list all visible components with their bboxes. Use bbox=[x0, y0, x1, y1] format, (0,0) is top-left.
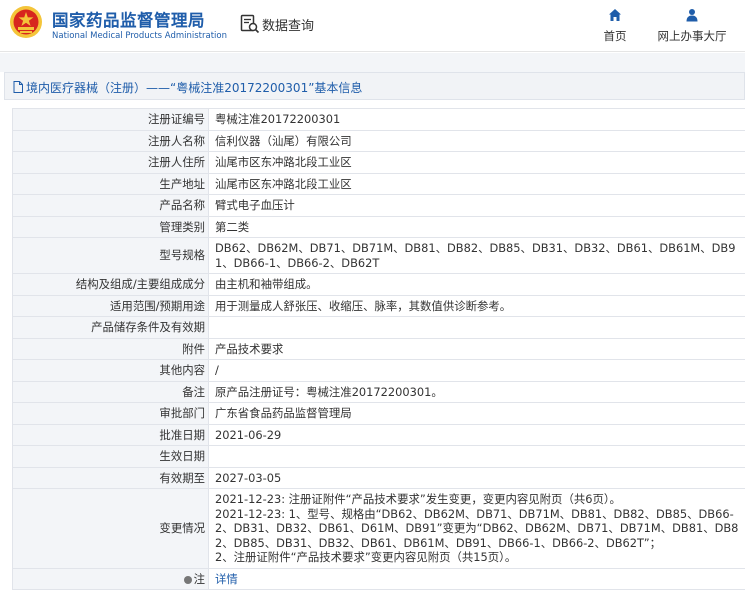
note-label-cell: 注 bbox=[13, 568, 209, 590]
table-row: 其他内容 / bbox=[13, 360, 745, 382]
data-query-label[interactable]: 数据查询 bbox=[262, 15, 314, 34]
field-value-line: 2021-12-23: 1、型号、规格由“DB62、DB62M、DB71、DB7… bbox=[215, 507, 741, 551]
field-value: 2021-12-23: 注册证附件“产品技术要求”发生变更，变更内容见附页（共6… bbox=[209, 489, 745, 569]
table-row: 变更情况 2021-12-23: 注册证附件“产品技术要求”发生变更，变更内容见附… bbox=[13, 489, 745, 569]
page-title: 境内医疗器械（注册）——“粤械注准20172200301”基本信息 bbox=[26, 79, 362, 96]
field-value-line: 2、注册证附件“产品技术要求”变更内容见附页（共15页）。 bbox=[215, 550, 741, 565]
field-label: 型号规格 bbox=[13, 238, 209, 274]
field-label: 附件 bbox=[13, 338, 209, 360]
table-row: 注册证编号粤械注准20172200301 bbox=[13, 109, 745, 131]
field-value-line: 产品技术要求 bbox=[215, 342, 741, 357]
field-value: 原产品注册证号：粤械注准20172200301。 bbox=[209, 381, 745, 403]
table-row: 管理类别第二类 bbox=[13, 216, 745, 238]
page-title-bar: 境内医疗器械（注册）——“粤械注准20172200301”基本信息 bbox=[4, 72, 745, 100]
field-label: 产品名称 bbox=[13, 195, 209, 217]
field-value-line: 汕尾市区东冲路北段工业区 bbox=[215, 177, 741, 192]
header-spacer bbox=[0, 53, 745, 72]
field-label: 管理类别 bbox=[13, 216, 209, 238]
field-label: 其他内容 bbox=[13, 360, 209, 382]
note-value: 详情 bbox=[209, 568, 745, 590]
nav-home[interactable]: 首页 bbox=[597, 8, 633, 48]
field-label: 注册证编号 bbox=[13, 109, 209, 131]
note-label: 注 bbox=[194, 572, 205, 586]
field-label: 备注 bbox=[13, 381, 209, 403]
home-icon bbox=[608, 8, 622, 22]
table-row: 产品名称臂式电子血压计 bbox=[13, 195, 745, 217]
field-value-line: 由主机和袖带组成。 bbox=[215, 277, 741, 292]
table-row: 批准日期 2021-06-29 bbox=[13, 424, 745, 446]
field-value: 臂式电子血压计 bbox=[209, 195, 745, 217]
field-value-line: 信利仪器（汕尾）有限公司 bbox=[215, 134, 741, 149]
field-value-line: 用于测量成人舒张压、收缩压、脉率，其数值供诊断参考。 bbox=[215, 299, 741, 314]
field-label: 适用范围/预期用途 bbox=[13, 295, 209, 317]
field-value-line: DB62、DB62M、DB71、DB71M、DB81、DB82、DB85、DB3… bbox=[215, 241, 741, 270]
table-row: 生效日期 bbox=[13, 446, 745, 468]
field-label: 变更情况 bbox=[13, 489, 209, 569]
field-value: 粤械注准20172200301 bbox=[209, 109, 745, 131]
table-row: 产品储存条件及有效期 bbox=[13, 317, 745, 339]
detail-link[interactable]: 详情 bbox=[215, 572, 238, 586]
field-value-line: / bbox=[215, 363, 741, 378]
table-row: 有效期至 2027-03-05 bbox=[13, 467, 745, 489]
field-label: 生效日期 bbox=[13, 446, 209, 468]
field-label: 批准日期 bbox=[13, 424, 209, 446]
field-value-line: 臂式电子血压计 bbox=[215, 198, 741, 213]
table-row: 型号规格DB62、DB62M、DB71、DB71M、DB81、DB82、DB85… bbox=[13, 238, 745, 274]
field-value-line: 汕尾市区东冲路北段工业区 bbox=[215, 155, 741, 170]
field-label: 结构及组成/主要组成成分 bbox=[13, 274, 209, 296]
nav-home-label: 首页 bbox=[597, 28, 633, 44]
field-label: 注册人住所 bbox=[13, 152, 209, 174]
brand-title[interactable]: 国家药品监督管理局 bbox=[52, 7, 205, 31]
field-value-line: 2021-06-29 bbox=[215, 428, 741, 443]
field-value: 汕尾市区东冲路北段工业区 bbox=[209, 152, 745, 174]
site-header: 国家药品监督管理局 National Medical Products Admi… bbox=[0, 0, 745, 52]
pin-icon bbox=[184, 576, 192, 584]
table-row: 备注原产品注册证号：粤械注准20172200301。 bbox=[13, 381, 745, 403]
brand-subtitle: National Medical Products Administration bbox=[52, 31, 227, 41]
field-value: 汕尾市区东冲路北段工业区 bbox=[209, 173, 745, 195]
field-value-line: 广东省食品药品监督管理局 bbox=[215, 406, 741, 421]
field-value: DB62、DB62M、DB71、DB71M、DB81、DB82、DB85、DB3… bbox=[209, 238, 745, 274]
table-row: 结构及组成/主要组成成分由主机和袖带组成。 bbox=[13, 274, 745, 296]
table-row: 适用范围/预期用途用于测量成人舒张压、收缩压、脉率，其数值供诊断参考。 bbox=[13, 295, 745, 317]
field-label: 注册人名称 bbox=[13, 130, 209, 152]
nav-online-hall[interactable]: 网上办事大厅 bbox=[650, 8, 734, 48]
field-value: 2021-06-29 bbox=[209, 424, 745, 446]
table-row: 注册人名称信利仪器（汕尾）有限公司 bbox=[13, 130, 745, 152]
field-value-line: 原产品注册证号：粤械注准20172200301。 bbox=[215, 385, 741, 400]
field-value: 用于测量成人舒张压、收缩压、脉率，其数值供诊断参考。 bbox=[209, 295, 745, 317]
note-row: 注详情 bbox=[13, 568, 745, 590]
table-row: 注册人住所汕尾市区东冲路北段工业区 bbox=[13, 152, 745, 174]
field-value-line: 2027-03-05 bbox=[215, 471, 741, 486]
field-value: 广东省食品药品监督管理局 bbox=[209, 403, 745, 425]
field-value: 产品技术要求 bbox=[209, 338, 745, 360]
field-label: 生产地址 bbox=[13, 173, 209, 195]
document-icon bbox=[13, 81, 23, 93]
user-icon bbox=[685, 8, 699, 22]
field-value: 由主机和袖带组成。 bbox=[209, 274, 745, 296]
field-value bbox=[209, 446, 745, 468]
field-value-line: 2021-12-23: 注册证附件“产品技术要求”发生变更，变更内容见附页（共6… bbox=[215, 492, 741, 507]
emblem-logo bbox=[9, 5, 43, 39]
table-row: 生产地址汕尾市区东冲路北段工业区 bbox=[13, 173, 745, 195]
field-value: 第二类 bbox=[209, 216, 745, 238]
field-label: 有效期至 bbox=[13, 467, 209, 489]
nav-online-hall-label: 网上办事大厅 bbox=[650, 28, 734, 44]
field-label: 审批部门 bbox=[13, 403, 209, 425]
field-value: 2027-03-05 bbox=[209, 467, 745, 489]
field-value: 信利仪器（汕尾）有限公司 bbox=[209, 130, 745, 152]
detail-table: 注册证编号粤械注准20172200301注册人名称信利仪器（汕尾）有限公司注册人… bbox=[12, 108, 745, 590]
field-value bbox=[209, 317, 745, 339]
table-row: 审批部门广东省食品药品监督管理局 bbox=[13, 403, 745, 425]
field-value-line: 第二类 bbox=[215, 220, 741, 235]
field-value-line: 粤械注准20172200301 bbox=[215, 112, 741, 127]
table-row: 附件产品技术要求 bbox=[13, 338, 745, 360]
data-query-icon[interactable] bbox=[240, 14, 260, 34]
field-label: 产品储存条件及有效期 bbox=[13, 317, 209, 339]
field-value: / bbox=[209, 360, 745, 382]
